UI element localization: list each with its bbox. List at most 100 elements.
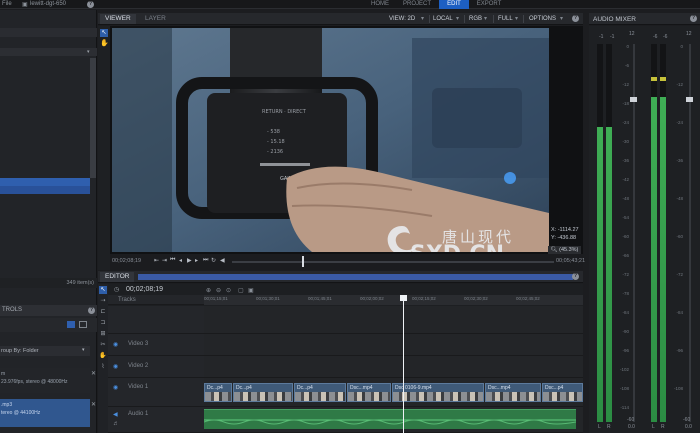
video-clip[interactable]: Dsc...p4 bbox=[542, 383, 583, 402]
mark-in-icon[interactable]: ⇤ bbox=[154, 257, 159, 264]
select-tool-icon[interactable]: ↖ bbox=[100, 29, 108, 37]
scrub-bar[interactable] bbox=[232, 261, 554, 263]
lane-video-2[interactable] bbox=[204, 356, 583, 378]
view-mode-select[interactable]: VIEW: 2D bbox=[389, 15, 415, 23]
timeline-playhead[interactable] bbox=[403, 295, 404, 433]
remove-track-icon[interactable]: ⊖ bbox=[216, 287, 221, 294]
select-tool-icon[interactable]: ↖ bbox=[99, 286, 107, 294]
add-track-icon[interactable]: ⊕ bbox=[206, 287, 211, 294]
meter-peak-label: -1 bbox=[599, 34, 604, 40]
fader-handle[interactable] bbox=[630, 97, 637, 102]
editor-timecode[interactable]: 00;02;08;19 bbox=[126, 286, 163, 293]
media-selected-row[interactable] bbox=[0, 186, 90, 194]
media-scrollbar[interactable] bbox=[90, 58, 96, 178]
mode-tab-project[interactable]: PROJECT bbox=[397, 0, 437, 9]
hand-tool-icon[interactable]: ✋ bbox=[100, 40, 109, 48]
eye-icon[interactable]: ◉ bbox=[113, 363, 118, 370]
video-clip[interactable]: Dc...p4 bbox=[233, 383, 293, 402]
fader-handle[interactable] bbox=[686, 97, 693, 102]
fader-top-label: 12 bbox=[629, 31, 635, 37]
video-clip[interactable]: Dsc...mp4 bbox=[347, 383, 391, 402]
zoom-tool-icon[interactable]: ⌇ bbox=[99, 363, 107, 371]
speaker-icon[interactable]: ◀ bbox=[113, 411, 118, 418]
track-header-audio-1[interactable]: ◀ Audio 1 ♬ bbox=[108, 407, 204, 433]
ruler-tick: 00;02;30;02 bbox=[464, 296, 488, 301]
chevron-down-icon[interactable]: ▾ bbox=[87, 49, 90, 55]
hand-tool-icon[interactable]: ✋ bbox=[99, 352, 107, 360]
fader-value: 0.0 bbox=[685, 424, 692, 430]
time-ruler[interactable]: 00;01;15;01 00;01;30;01 00;01;45;01 00;0… bbox=[204, 295, 583, 305]
color-channel-select[interactable]: RGB bbox=[469, 15, 482, 23]
ripple-tool-icon[interactable]: ⊞ bbox=[99, 330, 107, 338]
list-view-icon[interactable] bbox=[67, 321, 75, 328]
clip-label: Dc...p4 bbox=[236, 385, 252, 391]
tab-viewer[interactable]: VIEWER bbox=[100, 14, 136, 24]
video-clip[interactable]: Dsc 0106-9.mp4 bbox=[392, 383, 484, 402]
link-icon[interactable]: ▣ bbox=[248, 287, 254, 294]
play-icon[interactable]: ▶ bbox=[187, 257, 192, 264]
slip-tool-icon[interactable]: ⊏ bbox=[99, 308, 107, 316]
clip-label: Dsc 0106-9.mp4 bbox=[395, 385, 432, 391]
space-select[interactable]: LOCAL bbox=[433, 15, 453, 23]
help-icon[interactable]: ? bbox=[572, 273, 579, 280]
help-icon[interactable]: ? bbox=[88, 307, 95, 314]
scrub-playhead[interactable] bbox=[302, 256, 304, 267]
media-selected-row[interactable] bbox=[0, 178, 90, 186]
video-frame[interactable]: RETURN · DIRECT - 538 - 15.18 - 2136 GAI… bbox=[112, 28, 549, 252]
step-forward-icon[interactable]: ▸ bbox=[195, 257, 198, 264]
step-back-icon[interactable]: ◂ bbox=[179, 257, 182, 264]
waveform-icon[interactable]: ♬ bbox=[113, 421, 119, 427]
menu-file[interactable]: File bbox=[2, 1, 12, 7]
group-by-select[interactable]: roup By: Folder bbox=[0, 346, 90, 356]
close-icon[interactable]: ✕ bbox=[91, 370, 96, 377]
track-header-video-2[interactable]: ◉ Video 2 bbox=[108, 356, 204, 378]
track-select-tool-icon[interactable]: ⇢ bbox=[99, 297, 107, 305]
video-clip[interactable]: Dc...p4 bbox=[294, 383, 346, 402]
media-item[interactable]: .mp3 tereo @ 44100Hz bbox=[0, 399, 90, 427]
resolution-select[interactable]: FULL bbox=[498, 15, 513, 23]
coord-x: X: -1114.27 bbox=[551, 227, 579, 233]
close-icon[interactable]: ✕ bbox=[91, 401, 96, 408]
ruler-tick: 00;01;15;01 bbox=[204, 296, 228, 301]
lane-video-1[interactable]: Dc...p4 Dc...p4 Dc...p4 Dsc...mp4 Dsc 01… bbox=[204, 378, 583, 407]
eye-icon[interactable]: ◉ bbox=[113, 384, 118, 391]
media-search-bar[interactable] bbox=[0, 28, 97, 37]
tab-layer[interactable]: LAYER bbox=[140, 14, 171, 24]
zoom-level-select[interactable]: 🔍︎ (45.3%) bbox=[548, 246, 581, 254]
mode-tab-home[interactable]: HOME bbox=[365, 0, 395, 9]
mode-tab-edit[interactable]: EDIT bbox=[439, 0, 469, 9]
track-header-video-3[interactable]: ◉ Video 3 bbox=[108, 334, 204, 356]
audio-clip[interactable] bbox=[203, 409, 577, 429]
tab-editor[interactable]: EDITOR bbox=[100, 272, 135, 282]
help-icon[interactable]: ? bbox=[690, 15, 697, 22]
controls-header: TROLS bbox=[0, 305, 97, 316]
mark-out-icon[interactable]: ⇥ bbox=[162, 257, 167, 264]
lane-video-3[interactable] bbox=[204, 334, 583, 356]
track-header-video-1[interactable]: ◉ Video 1 bbox=[108, 378, 204, 407]
slide-tool-icon[interactable]: ⊐ bbox=[99, 319, 107, 327]
chevron-down-icon[interactable]: ▾ bbox=[82, 347, 85, 353]
help-icon[interactable]: ? bbox=[572, 15, 579, 22]
video-clip[interactable]: Dsc...mp4 bbox=[485, 383, 541, 402]
marker-icon[interactable]: ▢ bbox=[238, 287, 244, 294]
video-clip[interactable]: Dc...p4 bbox=[204, 383, 232, 402]
timeline-overview-bar[interactable] bbox=[138, 274, 573, 280]
eye-icon[interactable]: ◉ bbox=[113, 341, 118, 348]
jump-start-icon[interactable]: ⏮ bbox=[170, 257, 175, 264]
media-item[interactable]: m 23.976fps, stereo @ 48000Hz bbox=[0, 368, 90, 393]
lane-audio-1[interactable] bbox=[203, 407, 583, 433]
razor-tool-icon[interactable]: ✂ bbox=[99, 341, 107, 349]
volume-icon[interactable]: ◀ bbox=[220, 257, 225, 264]
options-menu[interactable]: OPTIONS bbox=[529, 15, 556, 23]
mode-tab-export[interactable]: EXPORT bbox=[471, 0, 507, 9]
channel-right-label: R bbox=[607, 424, 611, 430]
media-item-info: tereo @ 44100Hz bbox=[1, 410, 41, 416]
jump-end-icon[interactable]: ⏭ bbox=[203, 257, 208, 264]
loop-icon[interactable]: ↻ bbox=[211, 257, 216, 264]
snap-icon[interactable]: ⊙ bbox=[226, 287, 231, 294]
grid-view-icon[interactable] bbox=[79, 321, 87, 328]
help-icon[interactable]: ? bbox=[87, 1, 94, 8]
viewer-toolbar: ↖ ✋ bbox=[98, 26, 110, 270]
fader-top-label: 12 bbox=[686, 31, 692, 37]
audio-mixer-title: AUDIO MIXER bbox=[593, 16, 636, 23]
